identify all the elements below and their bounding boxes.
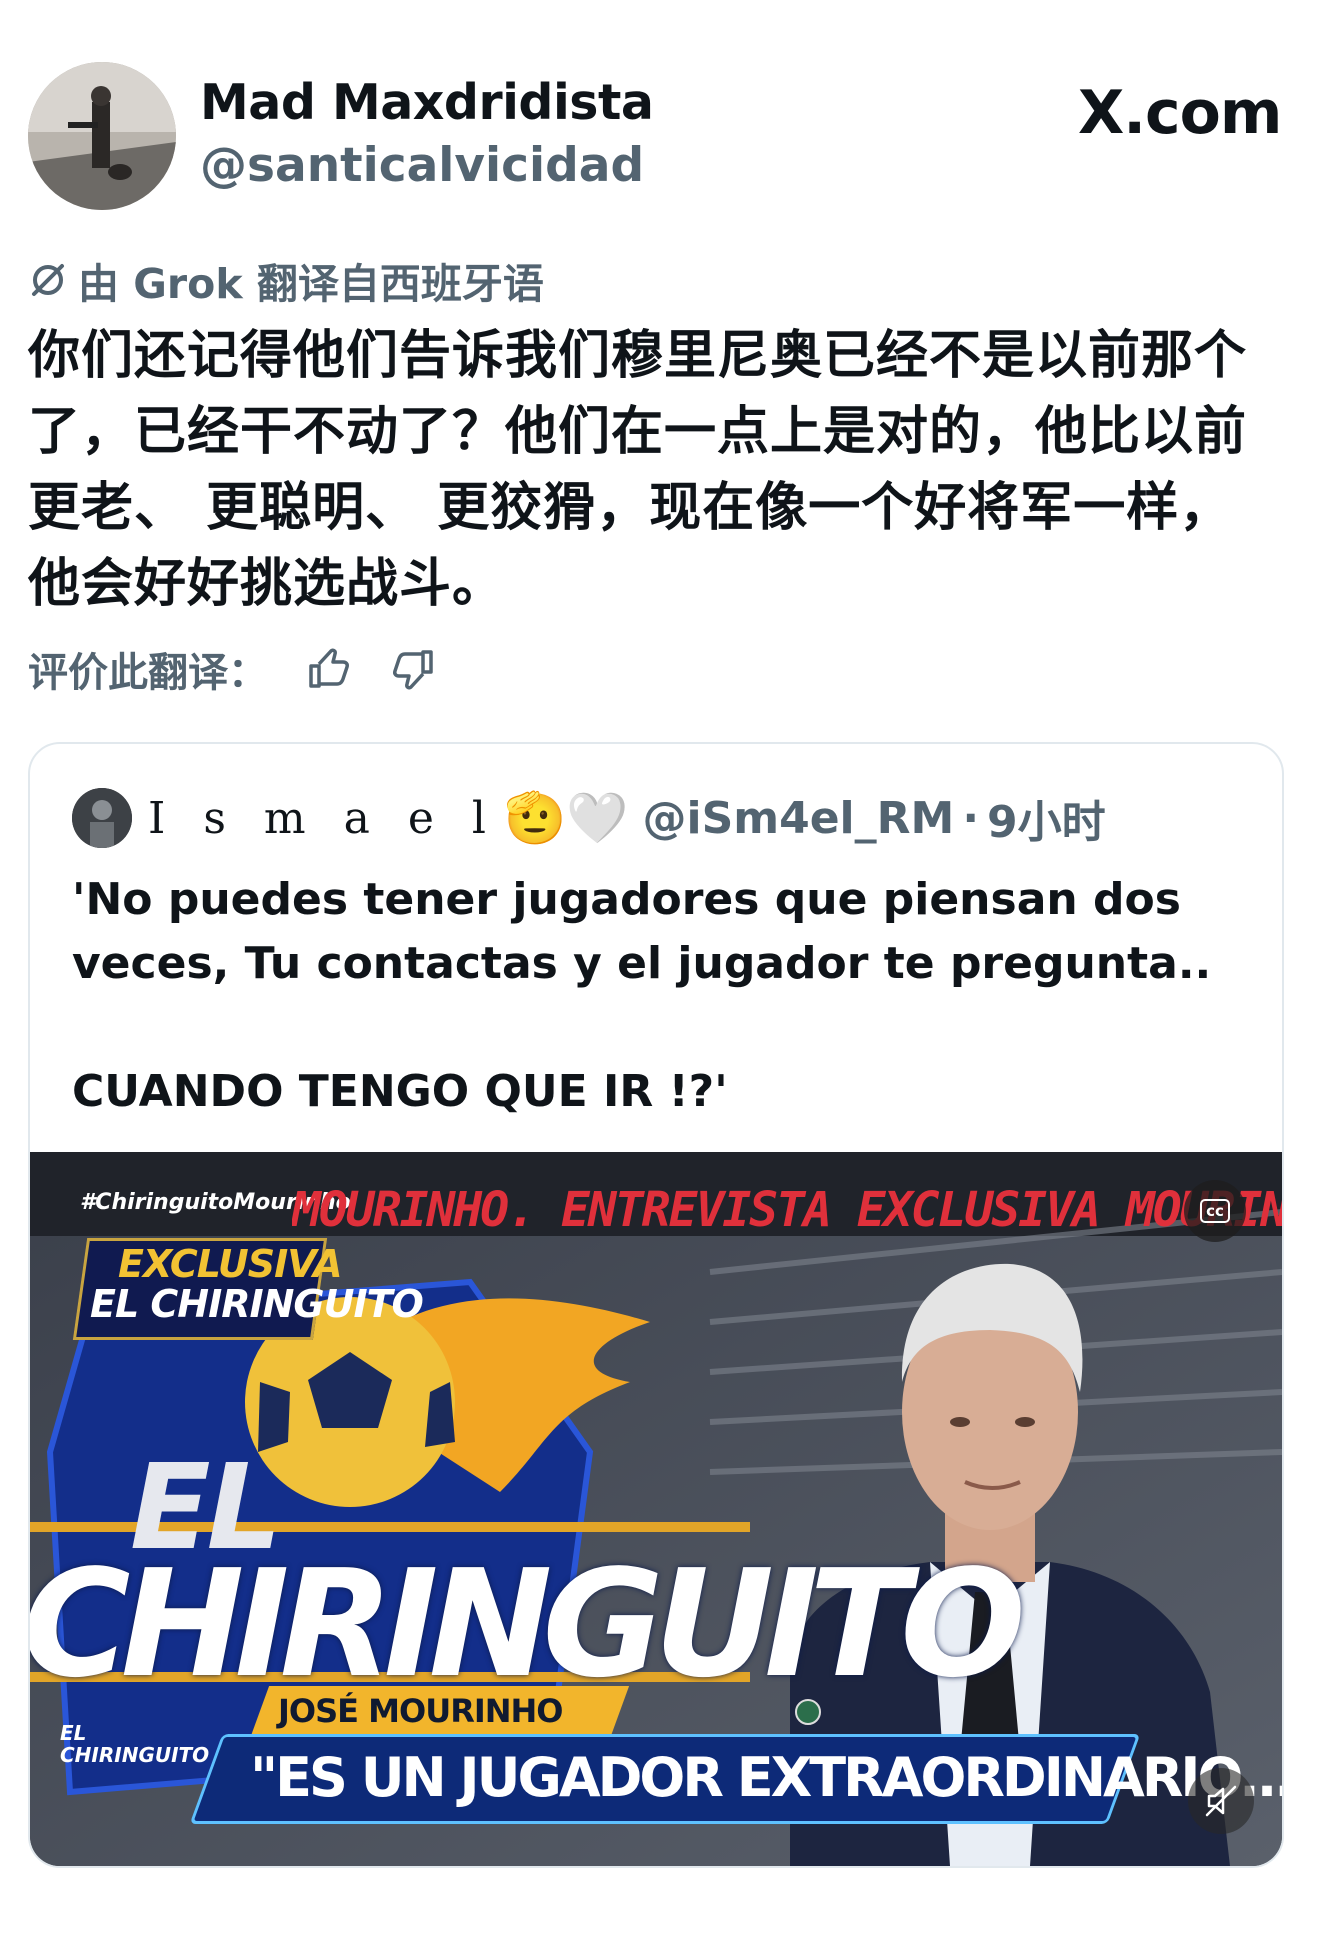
- thumbs-up-icon: [309, 648, 349, 688]
- exclusive-badge-line1: EXCLUSIVA: [118, 1242, 343, 1286]
- avatar[interactable]: [28, 62, 176, 210]
- mute-icon: [1205, 1785, 1237, 1817]
- brand-logo: X.com: [1078, 78, 1282, 148]
- author-handle[interactable]: @santicalvicidad: [200, 138, 644, 193]
- tweet-text: 你们还记得他们告诉我们穆里尼奥已经不是以前那个了，已经干不动了？他们在一点上是对…: [28, 326, 1248, 614]
- video-player[interactable]: #ChiringuitoMourinho MOURINHO. ENTREVIST…: [30, 1152, 1282, 1866]
- thumbs-down-button[interactable]: [388, 643, 440, 695]
- display-name[interactable]: Mad Maxdridista: [200, 74, 654, 131]
- avatar-image: [28, 62, 176, 210]
- closed-captions-icon: cc: [1200, 1199, 1230, 1223]
- quoted-timestamp[interactable]: 9小时: [987, 786, 1106, 850]
- mute-button[interactable]: [1188, 1768, 1254, 1834]
- exclusive-badge-line2: EL CHIRINGUITO: [90, 1282, 424, 1326]
- translated-by[interactable]: 由 Grok 翻译自西班牙语: [28, 250, 544, 310]
- mini-logo: EL CHIRINGUITO: [60, 1722, 209, 1766]
- quote-bar-text: "ES UN JUGADOR EXTRAORDINARIO...: [250, 1746, 1282, 1809]
- quoted-name-emoji: 🫡🤍: [503, 788, 629, 847]
- quoted-avatar[interactable]: [72, 788, 132, 848]
- quoted-post-header: I s m a e l 🫡🤍 @iSm4el_RM · 9小时: [72, 786, 1106, 850]
- grok-translate-icon: [32, 264, 64, 296]
- mini-logo-line2: CHIRINGUITO: [60, 1743, 210, 1767]
- show-logo-chiringuito: CHIRINGUITO: [30, 1538, 1026, 1710]
- separator-dot: ·: [962, 792, 980, 844]
- closed-captions-button[interactable]: cc: [1184, 1180, 1246, 1242]
- quoted-text: 'No puedes tener jugadores que piensan d…: [72, 868, 1242, 1124]
- video-ticker: MOURINHO. ENTREVISTA EXCLUSIVA MOURINHO: [292, 1182, 1282, 1234]
- quoted-text-line: CUANDO TENGO QUE IR !?': [72, 1066, 728, 1117]
- quoted-avatar-image: [72, 788, 132, 848]
- mini-logo-line1: EL: [60, 1721, 87, 1745]
- quoted-display-name[interactable]: I s m a e l: [148, 793, 498, 844]
- translated-by-label: 由 Grok 翻译自西班牙语: [78, 260, 544, 308]
- rate-translation: 评价此翻译：: [28, 640, 440, 698]
- thumbs-up-button[interactable]: [302, 643, 354, 695]
- rate-label: 评价此翻译：: [28, 650, 268, 696]
- quoted-post[interactable]: I s m a e l 🫡🤍 @iSm4el_RM · 9小时 'No pued…: [28, 742, 1284, 1868]
- name-bar-text: JOSÉ MOURINHO: [278, 1692, 563, 1730]
- quoted-handle[interactable]: @iSm4el_RM: [642, 793, 954, 844]
- thumbs-down-icon: [393, 650, 433, 690]
- quoted-text-line: 'No puedes tener jugadores que piensan d…: [72, 874, 1212, 989]
